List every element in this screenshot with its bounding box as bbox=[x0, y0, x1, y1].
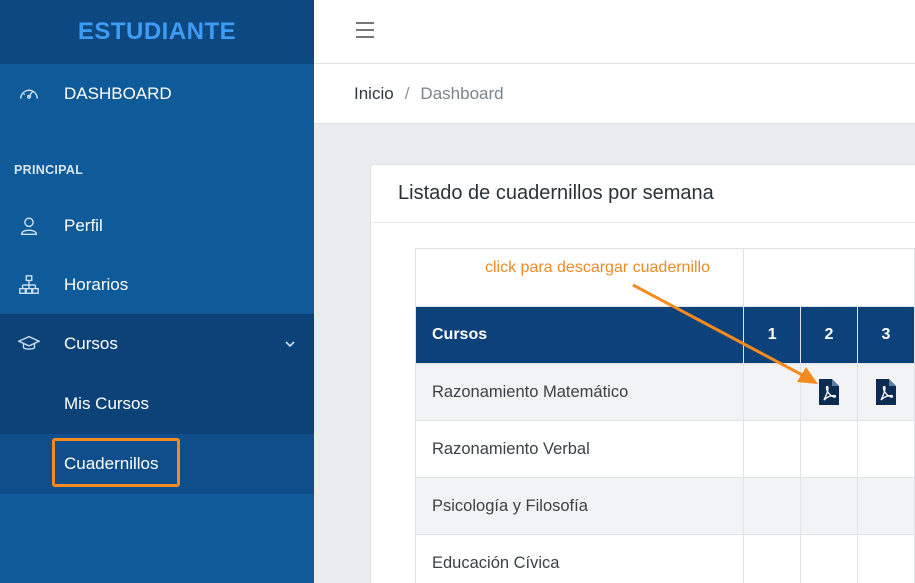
header-week-3: 3 bbox=[856, 306, 915, 364]
sitemap-icon bbox=[19, 275, 39, 294]
course-name: Psicología y Filosofía bbox=[414, 477, 745, 535]
week-cell bbox=[856, 420, 915, 478]
table-row: Razonamiento Verbal bbox=[414, 420, 915, 478]
user-icon bbox=[20, 217, 38, 235]
sidebar-item-cursos[interactable]: Cursos bbox=[0, 314, 314, 374]
graduation-cap-icon bbox=[18, 335, 40, 350]
week-cell bbox=[799, 363, 858, 421]
course-name: Educación Cívica bbox=[414, 534, 745, 583]
sidebar-item-label: DASHBOARD bbox=[64, 84, 172, 103]
card-title: Listado de cuadernillos por semana bbox=[371, 165, 915, 223]
annotation-text: click para descargar cuadernillo bbox=[485, 259, 710, 276]
annotation-blank-cell bbox=[743, 248, 915, 307]
week-cell bbox=[799, 420, 858, 478]
week-cell bbox=[743, 477, 801, 535]
brand-header: ESTUDIANTE bbox=[0, 0, 314, 64]
week-cell bbox=[856, 534, 915, 583]
pdf-icon[interactable] bbox=[875, 379, 896, 405]
course-name: Razonamiento Verbal bbox=[414, 420, 745, 478]
week-cell bbox=[743, 420, 801, 478]
sidebar-subitem-mis-cursos[interactable]: Mis Cursos bbox=[0, 374, 314, 434]
sidebar-item-label: Perfil bbox=[64, 216, 103, 235]
annotation-cell: click para descargar cuadernillo bbox=[414, 248, 745, 307]
cuadernillos-table: click para descargar cuadernillo Cursos … bbox=[414, 248, 915, 583]
week-cell bbox=[799, 534, 858, 583]
section-title: PRINCIPAL bbox=[14, 163, 84, 177]
sidebar-item-dashboard[interactable]: DASHBOARD bbox=[0, 64, 314, 124]
table-row: Psicología y Filosofía bbox=[414, 477, 915, 535]
topbar bbox=[314, 0, 915, 64]
sidebar: ESTUDIANTE DASHBOARD PRINCIPAL Perfil Ho… bbox=[0, 0, 314, 583]
brand-title: ESTUDIANTE bbox=[77, 18, 237, 45]
breadcrumb-current: Dashboard bbox=[420, 83, 504, 103]
header-week-1: 1 bbox=[743, 306, 801, 364]
pdf-icon[interactable] bbox=[818, 379, 839, 405]
week-cell bbox=[743, 363, 801, 421]
sidebar-item-perfil[interactable]: Perfil bbox=[0, 196, 314, 256]
sidebar-item-label: Cursos bbox=[64, 334, 118, 353]
week-cell bbox=[856, 477, 915, 535]
table-header-row: Cursos 1 2 3 bbox=[414, 306, 915, 364]
sidebar-item-label: Horarios bbox=[64, 275, 129, 294]
breadcrumb-separator: / bbox=[404, 83, 410, 103]
header-week-2: 2 bbox=[799, 306, 858, 364]
course-name: Razonamiento Matemático bbox=[414, 363, 745, 421]
table-row: Razonamiento Matemático bbox=[414, 363, 915, 421]
week-cell bbox=[856, 363, 915, 421]
table-row: Educación Cívica bbox=[414, 534, 915, 583]
sidebar-item-horarios[interactable]: Horarios bbox=[0, 255, 314, 315]
week-cell bbox=[799, 477, 858, 535]
breadcrumb-home[interactable]: Inicio bbox=[354, 84, 394, 104]
sidebar-subitem-label: Mis Cursos bbox=[64, 394, 150, 413]
chevron-down-icon bbox=[285, 341, 295, 348]
annotation-row: click para descargar cuadernillo bbox=[414, 248, 915, 307]
speedometer-icon bbox=[20, 89, 38, 99]
breadcrumb: Inicio / Dashboard bbox=[314, 64, 915, 124]
week-cell bbox=[743, 534, 801, 583]
hamburger-icon[interactable] bbox=[356, 22, 374, 42]
highlight-box bbox=[52, 438, 180, 487]
header-cursos: Cursos bbox=[414, 306, 745, 364]
